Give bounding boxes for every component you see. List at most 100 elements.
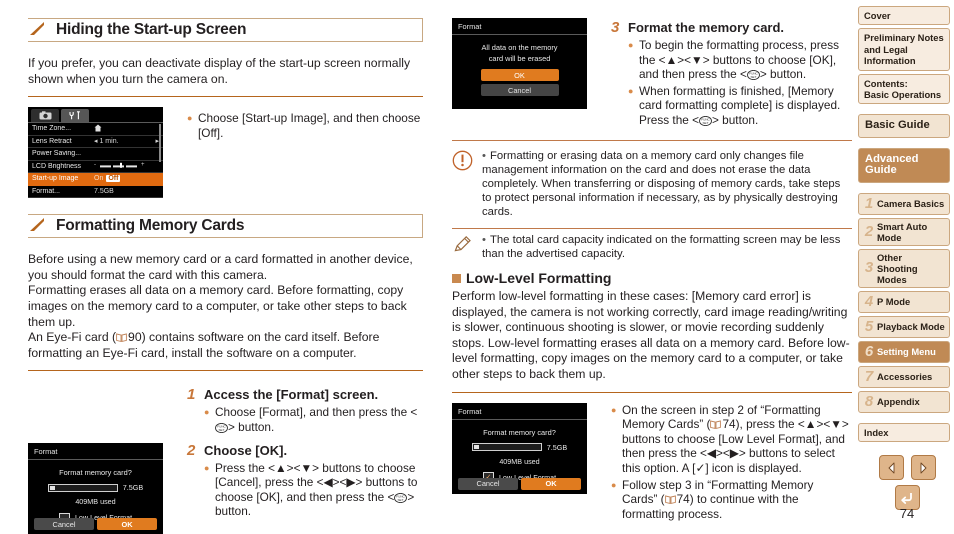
dialog-body: Format memory card? 7.5GB 409MB used ✓ L… bbox=[452, 420, 587, 483]
subheading-title: Low-Level Formatting bbox=[466, 269, 612, 286]
bullet-dot-icon: ● bbox=[204, 407, 210, 418]
next-page-icon[interactable] bbox=[910, 455, 936, 480]
exclamation-circle-icon bbox=[452, 149, 482, 220]
sidebar-item-contents[interactable]: Contents: Basic Operations bbox=[858, 73, 950, 105]
ok-button[interactable]: OK bbox=[480, 69, 559, 81]
bullet-text-pre: Choose [Format], and then press the < bbox=[215, 405, 418, 420]
page-navigation-buttons bbox=[872, 455, 942, 510]
subheading-square-icon bbox=[452, 273, 461, 283]
sidebar-item-p-mode[interactable]: 4 P Mode bbox=[858, 290, 950, 313]
sidebar-item-preliminary-notes[interactable]: Preliminary Notes and Legal Information bbox=[858, 28, 950, 71]
capacity-value: 7.5GB bbox=[546, 442, 568, 452]
section-heading-hiding-startup: Hiding the Start-up Screen bbox=[28, 18, 423, 42]
bullet-item: ● Follow step 3 in “Formatting Memory Ca… bbox=[611, 478, 852, 522]
sidebar-item-other-shooting-modes[interactable]: 3 Other Shooting Modes bbox=[858, 248, 950, 288]
sidebar-item-label: Accessories bbox=[877, 371, 933, 383]
dialog-line-2: card will be erased bbox=[488, 54, 551, 63]
formatting-paragraph-3: An Eye-Fi card (90) contains software on… bbox=[28, 330, 380, 360]
bullet-item: ● When formatting is finished, [Memory c… bbox=[628, 84, 852, 128]
sidebar-item-advanced-guide[interactable]: Advanced Guide bbox=[858, 147, 950, 183]
menu-row[interactable]: Power Saving... bbox=[28, 148, 163, 161]
sidebar-item-label: Appendix bbox=[877, 396, 920, 408]
step-3: 3 Format the memory card. bbox=[611, 20, 852, 36]
func-set-button-icon: FUNC SET bbox=[215, 422, 228, 433]
menu-row[interactable]: Time Zone... bbox=[28, 123, 163, 136]
menu-row[interactable]: Format... 7.5GB bbox=[28, 186, 163, 199]
svg-text:SET: SET bbox=[702, 121, 708, 125]
page-reference[interactable]: 74 bbox=[722, 417, 735, 431]
menu-scrollbar[interactable] bbox=[159, 124, 161, 163]
sidebar-item-cover[interactable]: Cover bbox=[858, 6, 950, 26]
divider bbox=[452, 139, 852, 141]
chapter-number: 8 bbox=[864, 392, 874, 410]
bullet-dot-icon: ● bbox=[204, 462, 210, 473]
brightness-slider-icon: - + bbox=[94, 161, 159, 171]
step-1: 1 Access the [Format] screen. bbox=[187, 387, 423, 403]
sidebar-item-label: P Mode bbox=[877, 296, 911, 308]
cancel-button[interactable]: Cancel bbox=[480, 84, 559, 96]
sidebar-item-appendix[interactable]: 8 Appendix bbox=[858, 390, 950, 413]
low-level-screenshot-wrap: Format Format memory card? 7.5GB 409MB u… bbox=[452, 402, 597, 524]
tab-shooting-icon bbox=[31, 109, 59, 123]
func-set-button-icon: FUNC SET bbox=[699, 115, 712, 127]
sidebar-item-playback-mode[interactable]: 5 Playback Mode bbox=[858, 315, 950, 338]
ok-button[interactable]: OK bbox=[521, 477, 581, 490]
dialog-question: Format memory card? bbox=[59, 468, 132, 478]
section-flag-icon bbox=[28, 21, 47, 39]
format-confirm-screenshot: Format All data on the memory card will … bbox=[452, 18, 587, 109]
format-steps-row: Format Format memory card? 7.5GB 409MB u… bbox=[28, 381, 423, 534]
sidebar-item-basic-guide[interactable]: Basic Guide bbox=[858, 114, 950, 138]
subheading-low-level-formatting: Low-Level Formatting bbox=[452, 269, 852, 286]
page-reference[interactable]: 74 bbox=[677, 492, 690, 506]
low-level-bullets: ● On the screen in step 2 of “Formatting… bbox=[597, 403, 852, 524]
dialog-line-1: All data on the memory bbox=[481, 43, 558, 52]
bullet-dot-icon: ● bbox=[628, 85, 634, 96]
chapter-number: 5 bbox=[864, 317, 874, 335]
chapter-number: 6 bbox=[864, 342, 874, 360]
divider bbox=[28, 370, 423, 372]
sidebar-item-label: Camera Basics bbox=[877, 198, 945, 210]
menu-row[interactable]: LCD Brightness - + bbox=[28, 161, 163, 174]
section-title: Formatting Memory Cards bbox=[56, 217, 245, 235]
menu-row-startup-image[interactable]: Start-up Image On Off bbox=[28, 173, 163, 186]
dialog-body: Format memory card? 7.5GB 409MB used Low… bbox=[28, 460, 163, 523]
bullet-item: ● To begin the formatting process, press… bbox=[628, 38, 852, 82]
step-number: 1 bbox=[187, 386, 196, 404]
sidebar-item-smart-auto-mode[interactable]: 2 Smart Auto Mode bbox=[858, 217, 950, 246]
svg-text:SET: SET bbox=[398, 498, 404, 502]
book-page-icon bbox=[710, 420, 722, 430]
bullet-dot-icon: ● bbox=[187, 113, 193, 124]
book-page-icon bbox=[116, 333, 127, 343]
menu-value: 7.5GB bbox=[94, 187, 114, 195]
svg-text:SET: SET bbox=[750, 75, 756, 79]
menu-value-onoff: On Off bbox=[94, 175, 121, 183]
intro-paragraph: If you prefer, you can deactivate displa… bbox=[28, 56, 411, 86]
menu-row[interactable]: Lens Retract ◂ 1 min. ▸ bbox=[28, 136, 163, 149]
chapter-number: 2 bbox=[864, 222, 874, 240]
sidebar-contents-line1: Contents: bbox=[864, 77, 908, 89]
sidebar-item-accessories[interactable]: 7 Accessories bbox=[858, 365, 950, 388]
svg-text:SET: SET bbox=[218, 428, 224, 432]
bullet-item: ● On the screen in step 2 of “Formatting… bbox=[611, 403, 852, 476]
dialog-title: Format bbox=[452, 18, 587, 35]
nav-row-arrows bbox=[872, 455, 942, 480]
page-reference[interactable]: 90 bbox=[128, 330, 142, 344]
confirm-screenshot-wrap: Format All data on the memory card will … bbox=[452, 18, 597, 136]
sidebar-item-setting-menu[interactable]: 6 Setting Menu bbox=[858, 340, 950, 363]
divider bbox=[28, 96, 423, 98]
formatting-paragraph-2: Formatting erases all data on a memory c… bbox=[28, 283, 407, 329]
sidebar-item-camera-basics[interactable]: 1 Camera Basics bbox=[858, 192, 950, 215]
ok-button[interactable]: OK bbox=[97, 518, 157, 531]
menu-tabs bbox=[28, 107, 163, 124]
low-level-paragraph: Perform low-level formatting in these ca… bbox=[452, 288, 850, 381]
camera-menu-screenshot: Time Zone... Lens Retract ◂ 1 min. ▸ Pow… bbox=[28, 107, 163, 199]
sidebar-item-index[interactable]: Index bbox=[858, 422, 950, 443]
cancel-button[interactable]: Cancel bbox=[458, 477, 518, 490]
cancel-button[interactable]: Cancel bbox=[34, 518, 94, 531]
manual-page: Hiding the Start-up Screen If you prefer… bbox=[0, 0, 954, 534]
previous-page-icon[interactable] bbox=[878, 455, 904, 480]
middle-column: Format All data on the memory card will … bbox=[452, 18, 852, 523]
sidebar-contents-line2: Basic Operations bbox=[864, 89, 942, 101]
